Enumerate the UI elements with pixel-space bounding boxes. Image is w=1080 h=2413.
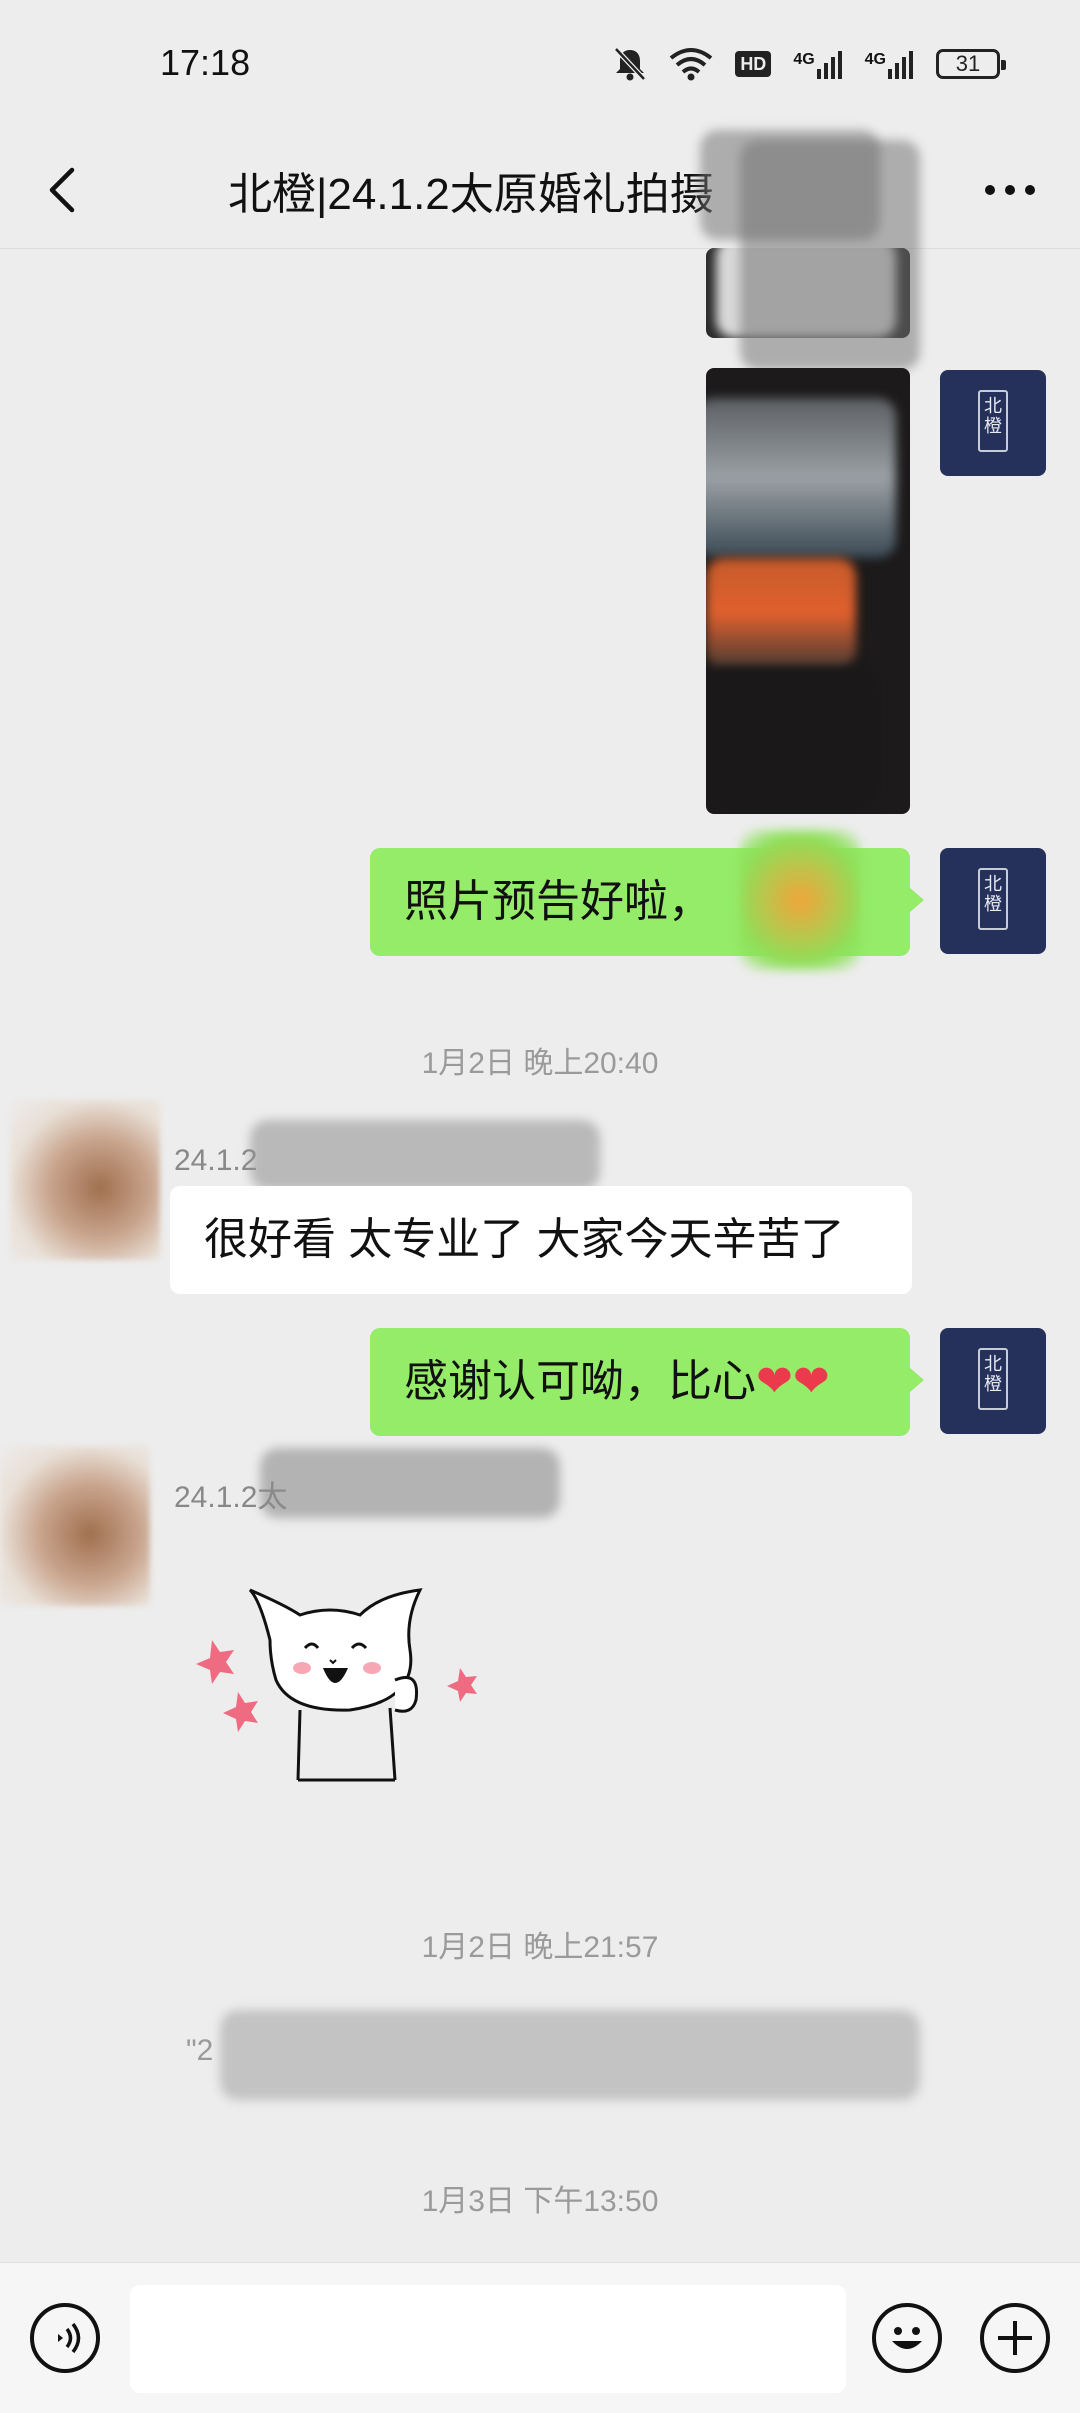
self-avatar[interactable]: 北橙 bbox=[940, 370, 1046, 476]
heart-emoji: ❤❤ bbox=[756, 1357, 830, 1406]
sender-name: 24.1.2 bbox=[174, 1144, 258, 1177]
message-input[interactable] bbox=[130, 2285, 846, 2393]
more-actions-button[interactable] bbox=[980, 2303, 1050, 2373]
back-button[interactable] bbox=[36, 160, 96, 220]
timestamp: 1月2日 晚上20:40 bbox=[421, 1047, 659, 1080]
timestamp: 1月3日 下午13:50 bbox=[421, 2185, 659, 2218]
emoji-icon bbox=[892, 2327, 922, 2349]
other-avatar[interactable] bbox=[0, 1446, 150, 1606]
net-label-1: 4G bbox=[793, 51, 815, 68]
voice-button[interactable] bbox=[30, 2303, 100, 2373]
image-content-blur bbox=[706, 558, 856, 668]
emoji-button[interactable] bbox=[872, 2303, 942, 2373]
message-text: 很好看 太专业了 大家今天辛苦了 bbox=[204, 1215, 845, 1264]
other-avatar[interactable] bbox=[10, 1100, 160, 1260]
signal-4g-2: 4G bbox=[865, 49, 914, 79]
image-content-blur bbox=[706, 668, 876, 808]
message-text: 感谢认可呦，比心 bbox=[404, 1357, 756, 1406]
message-bubble-other[interactable]: 很好看 太专业了 大家今天辛苦了 bbox=[170, 1186, 912, 1294]
avatar-logo: 北橙 bbox=[978, 390, 1008, 452]
timestamp: 1月2日 晚上21:57 bbox=[421, 1931, 659, 1964]
self-avatar[interactable]: 北橙 bbox=[940, 848, 1046, 954]
message-bubble-self[interactable]: 感谢认可呦，比心❤❤ bbox=[370, 1328, 924, 1436]
self-avatar[interactable]: 北橙 bbox=[940, 1328, 1046, 1434]
sender-redaction bbox=[260, 1448, 560, 1518]
chat-title: 北橙|24.1.2太原婚礼拍摄 bbox=[228, 170, 714, 219]
notice-redaction bbox=[220, 2010, 920, 2100]
image-content-blur bbox=[706, 398, 896, 558]
avatar-logo: 北橙 bbox=[978, 868, 1008, 930]
signal-icon bbox=[888, 51, 913, 79]
input-bar bbox=[0, 2262, 1080, 2413]
back-icon bbox=[49, 167, 75, 213]
status-bar: 17:18 HD 4G 4G 31 bbox=[0, 0, 1080, 130]
system-notice: "2 bbox=[186, 2034, 214, 2067]
hd-badge: HD bbox=[735, 51, 772, 77]
redaction-smudge bbox=[740, 140, 920, 370]
image-message[interactable] bbox=[706, 368, 910, 814]
sender-redaction bbox=[250, 1120, 600, 1190]
avatar-logo: 北橙 bbox=[978, 1348, 1008, 1410]
wifi-icon bbox=[670, 48, 713, 81]
emoji-redaction bbox=[740, 830, 860, 970]
cat-sticker-icon bbox=[196, 1588, 477, 1782]
battery-indicator: 31 bbox=[936, 49, 1006, 79]
net-label-2: 4G bbox=[864, 51, 886, 68]
status-time: 17:18 bbox=[160, 42, 251, 83]
signal-icon bbox=[816, 51, 842, 79]
signal-4g-1: 4G bbox=[793, 49, 842, 79]
hd-label: HD bbox=[740, 54, 767, 74]
bell-off-icon bbox=[614, 47, 647, 81]
more-icon bbox=[985, 185, 1035, 195]
plus-icon bbox=[998, 2321, 1032, 2355]
message-text: 照片预告好啦， bbox=[404, 877, 712, 926]
voice-icon bbox=[58, 2322, 81, 2354]
status-icons: HD 4G 4G 31 bbox=[613, 44, 1006, 84]
cat-sticker[interactable] bbox=[190, 1580, 490, 1800]
more-button[interactable] bbox=[974, 160, 1046, 220]
